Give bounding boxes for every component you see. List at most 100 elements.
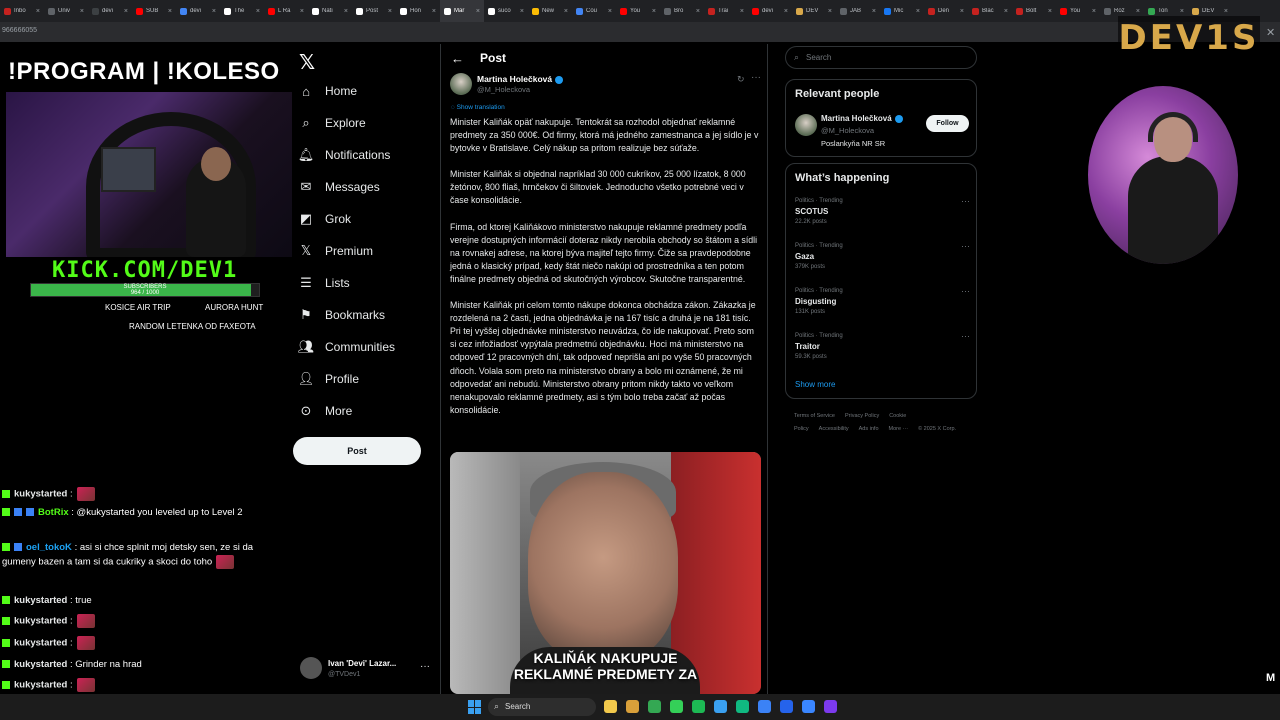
close-window-icon[interactable]: ✕ xyxy=(1266,26,1275,39)
tab-close-icon[interactable]: × xyxy=(520,8,524,15)
trend-item[interactable]: Politics · Trending SCOTUS 22.2K posts ··· xyxy=(795,196,970,238)
show-translation-link[interactable]: ◌ Show translation xyxy=(451,104,505,111)
back-arrow-icon[interactable]: ← xyxy=(451,51,464,66)
nav-item-communities[interactable]: 👥︎ Communities xyxy=(298,334,395,360)
author-handle[interactable]: @M_Holeckova xyxy=(477,85,530,94)
tab-close-icon[interactable]: × xyxy=(828,8,832,15)
browser-address-bar[interactable]: 966666055 xyxy=(0,22,1280,42)
tab-close-icon[interactable]: × xyxy=(212,8,216,15)
taskbar-app-icon[interactable] xyxy=(780,700,793,713)
nav-item-explore[interactable]: ⌕ Explore xyxy=(299,110,365,136)
x-logo-icon[interactable]: 𝕏 xyxy=(299,50,315,75)
nav-item-home[interactable]: ⌂ Home xyxy=(299,78,357,104)
browser-tab[interactable]: Mic × xyxy=(880,0,924,22)
footer-link[interactable]: Ads info xyxy=(859,426,879,432)
nav-item-grok[interactable]: ◩ Grok xyxy=(299,206,351,232)
tab-close-icon[interactable]: × xyxy=(564,8,568,15)
relevant-person-avatar[interactable] xyxy=(795,114,817,136)
tab-close-icon[interactable]: × xyxy=(960,8,964,15)
account-switcher[interactable]: Ivan 'Devi' Lazar... @TVDev1 ··· xyxy=(300,657,430,683)
nav-item-profile[interactable]: 👤︎ Profile xyxy=(298,366,359,392)
taskbar-app-icon[interactable] xyxy=(714,700,727,713)
browser-tab[interactable]: Trai × xyxy=(704,0,748,22)
tab-close-icon[interactable]: × xyxy=(124,8,128,15)
tab-close-icon[interactable]: × xyxy=(872,8,876,15)
trend-more-icon[interactable]: ··· xyxy=(961,196,970,206)
tab-close-icon[interactable]: × xyxy=(388,8,392,15)
chat-username[interactable]: kukystarted xyxy=(14,638,67,649)
tab-close-icon[interactable]: × xyxy=(608,8,612,15)
chat-username[interactable]: oel_tokoK xyxy=(26,542,72,553)
taskbar-app-icon[interactable] xyxy=(824,700,837,713)
chat-username[interactable]: kukystarted xyxy=(14,489,67,500)
author-name[interactable]: Martina Holečková xyxy=(477,74,564,84)
footer-link[interactable]: © 2025 X Corp. xyxy=(918,426,956,432)
trend-item[interactable]: Politics · Trending Traitor 59.3K posts ··· xyxy=(795,331,970,373)
taskbar-app-icon[interactable] xyxy=(626,700,639,713)
browser-tab[interactable]: Univ × xyxy=(44,0,88,22)
browser-tab[interactable]: L Ra × xyxy=(264,0,308,22)
taskbar-app-icon[interactable] xyxy=(648,700,661,713)
tab-close-icon[interactable]: × xyxy=(696,8,700,15)
browser-tab[interactable]: New × xyxy=(528,0,572,22)
taskbar-app-icon[interactable] xyxy=(604,700,617,713)
tab-close-icon[interactable]: × xyxy=(300,8,304,15)
taskbar-app-icon[interactable] xyxy=(758,700,771,713)
browser-tab[interactable]: devi × xyxy=(88,0,132,22)
browser-tab[interactable]: devi × xyxy=(748,0,792,22)
trend-more-icon[interactable]: ··· xyxy=(961,286,970,296)
footer-link[interactable]: More ··· xyxy=(889,426,909,432)
tab-close-icon[interactable]: × xyxy=(476,8,480,15)
browser-tab[interactable]: You × xyxy=(616,0,660,22)
tab-close-icon[interactable]: × xyxy=(1136,8,1140,15)
trend-item[interactable]: Politics · Trending Gaza 379K posts ··· xyxy=(795,241,970,283)
browser-tab[interactable]: JAB × xyxy=(836,0,880,22)
browser-tab[interactable]: Hon × xyxy=(396,0,440,22)
chat-username[interactable]: kukystarted xyxy=(14,659,67,670)
chat-username[interactable]: BotRix xyxy=(38,507,69,518)
taskbar-app-icon[interactable] xyxy=(802,700,815,713)
tab-close-icon[interactable]: × xyxy=(1180,8,1184,15)
nav-item-bookmarks[interactable]: ⚑ Bookmarks xyxy=(299,302,385,328)
post-image[interactable]: KALIŇÁK NAKUPUJE REKLAMNÉ PREDMETY ZA xyxy=(450,452,761,694)
nav-item-more[interactable]: ⊙ More xyxy=(299,398,353,424)
browser-tab[interactable]: Mar × xyxy=(440,0,484,22)
trend-more-icon[interactable]: ··· xyxy=(961,331,970,341)
browser-tab[interactable]: The × xyxy=(220,0,264,22)
tab-close-icon[interactable]: × xyxy=(1092,8,1096,15)
footer-link[interactable]: Privacy Policy xyxy=(845,413,879,419)
tab-close-icon[interactable]: × xyxy=(652,8,656,15)
tab-close-icon[interactable]: × xyxy=(168,8,172,15)
search-input[interactable]: ⌕ Search xyxy=(785,46,977,69)
chat-username[interactable]: kukystarted xyxy=(14,616,67,627)
browser-tab[interactable]: Blac × xyxy=(968,0,1012,22)
tab-close-icon[interactable]: × xyxy=(1048,8,1052,15)
nav-item-messages[interactable]: ✉ Messages xyxy=(299,174,380,200)
more-icon[interactable]: ··· xyxy=(751,72,761,83)
tab-close-icon[interactable]: × xyxy=(916,8,920,15)
footer-link[interactable]: Accessibility xyxy=(819,426,849,432)
tab-close-icon[interactable]: × xyxy=(80,8,84,15)
windows-start-icon[interactable] xyxy=(468,700,482,714)
browser-tab[interactable]: Bro × xyxy=(660,0,704,22)
tab-close-icon[interactable]: × xyxy=(432,8,436,15)
tab-close-icon[interactable]: × xyxy=(256,8,260,15)
browser-tab[interactable]: Bolt × xyxy=(1012,0,1056,22)
nav-item-lists[interactable]: ☰ Lists xyxy=(299,270,350,296)
browser-tab[interactable]: suco × xyxy=(484,0,528,22)
footer-link[interactable]: Terms of Service xyxy=(794,413,835,419)
chat-username[interactable]: kukystarted xyxy=(14,595,67,606)
author-avatar[interactable] xyxy=(450,73,472,95)
grok-icon[interactable]: ↻ xyxy=(737,74,745,85)
trend-item[interactable]: Politics · Trending Disgusting 131K posts ·… xyxy=(795,286,970,328)
browser-tab[interactable]: You × xyxy=(1056,0,1100,22)
show-more-link[interactable]: Show more xyxy=(795,380,835,389)
tab-close-icon[interactable]: × xyxy=(1224,8,1228,15)
browser-tab[interactable]: Cou × xyxy=(572,0,616,22)
trend-more-icon[interactable]: ··· xyxy=(961,241,970,251)
taskbar-app-icon[interactable] xyxy=(736,700,749,713)
relevant-person-name[interactable]: Martina Holečková xyxy=(821,114,903,123)
tab-close-icon[interactable]: × xyxy=(740,8,744,15)
browser-tab[interactable]: devi × xyxy=(176,0,220,22)
compose-post-button[interactable]: Post xyxy=(293,437,421,465)
